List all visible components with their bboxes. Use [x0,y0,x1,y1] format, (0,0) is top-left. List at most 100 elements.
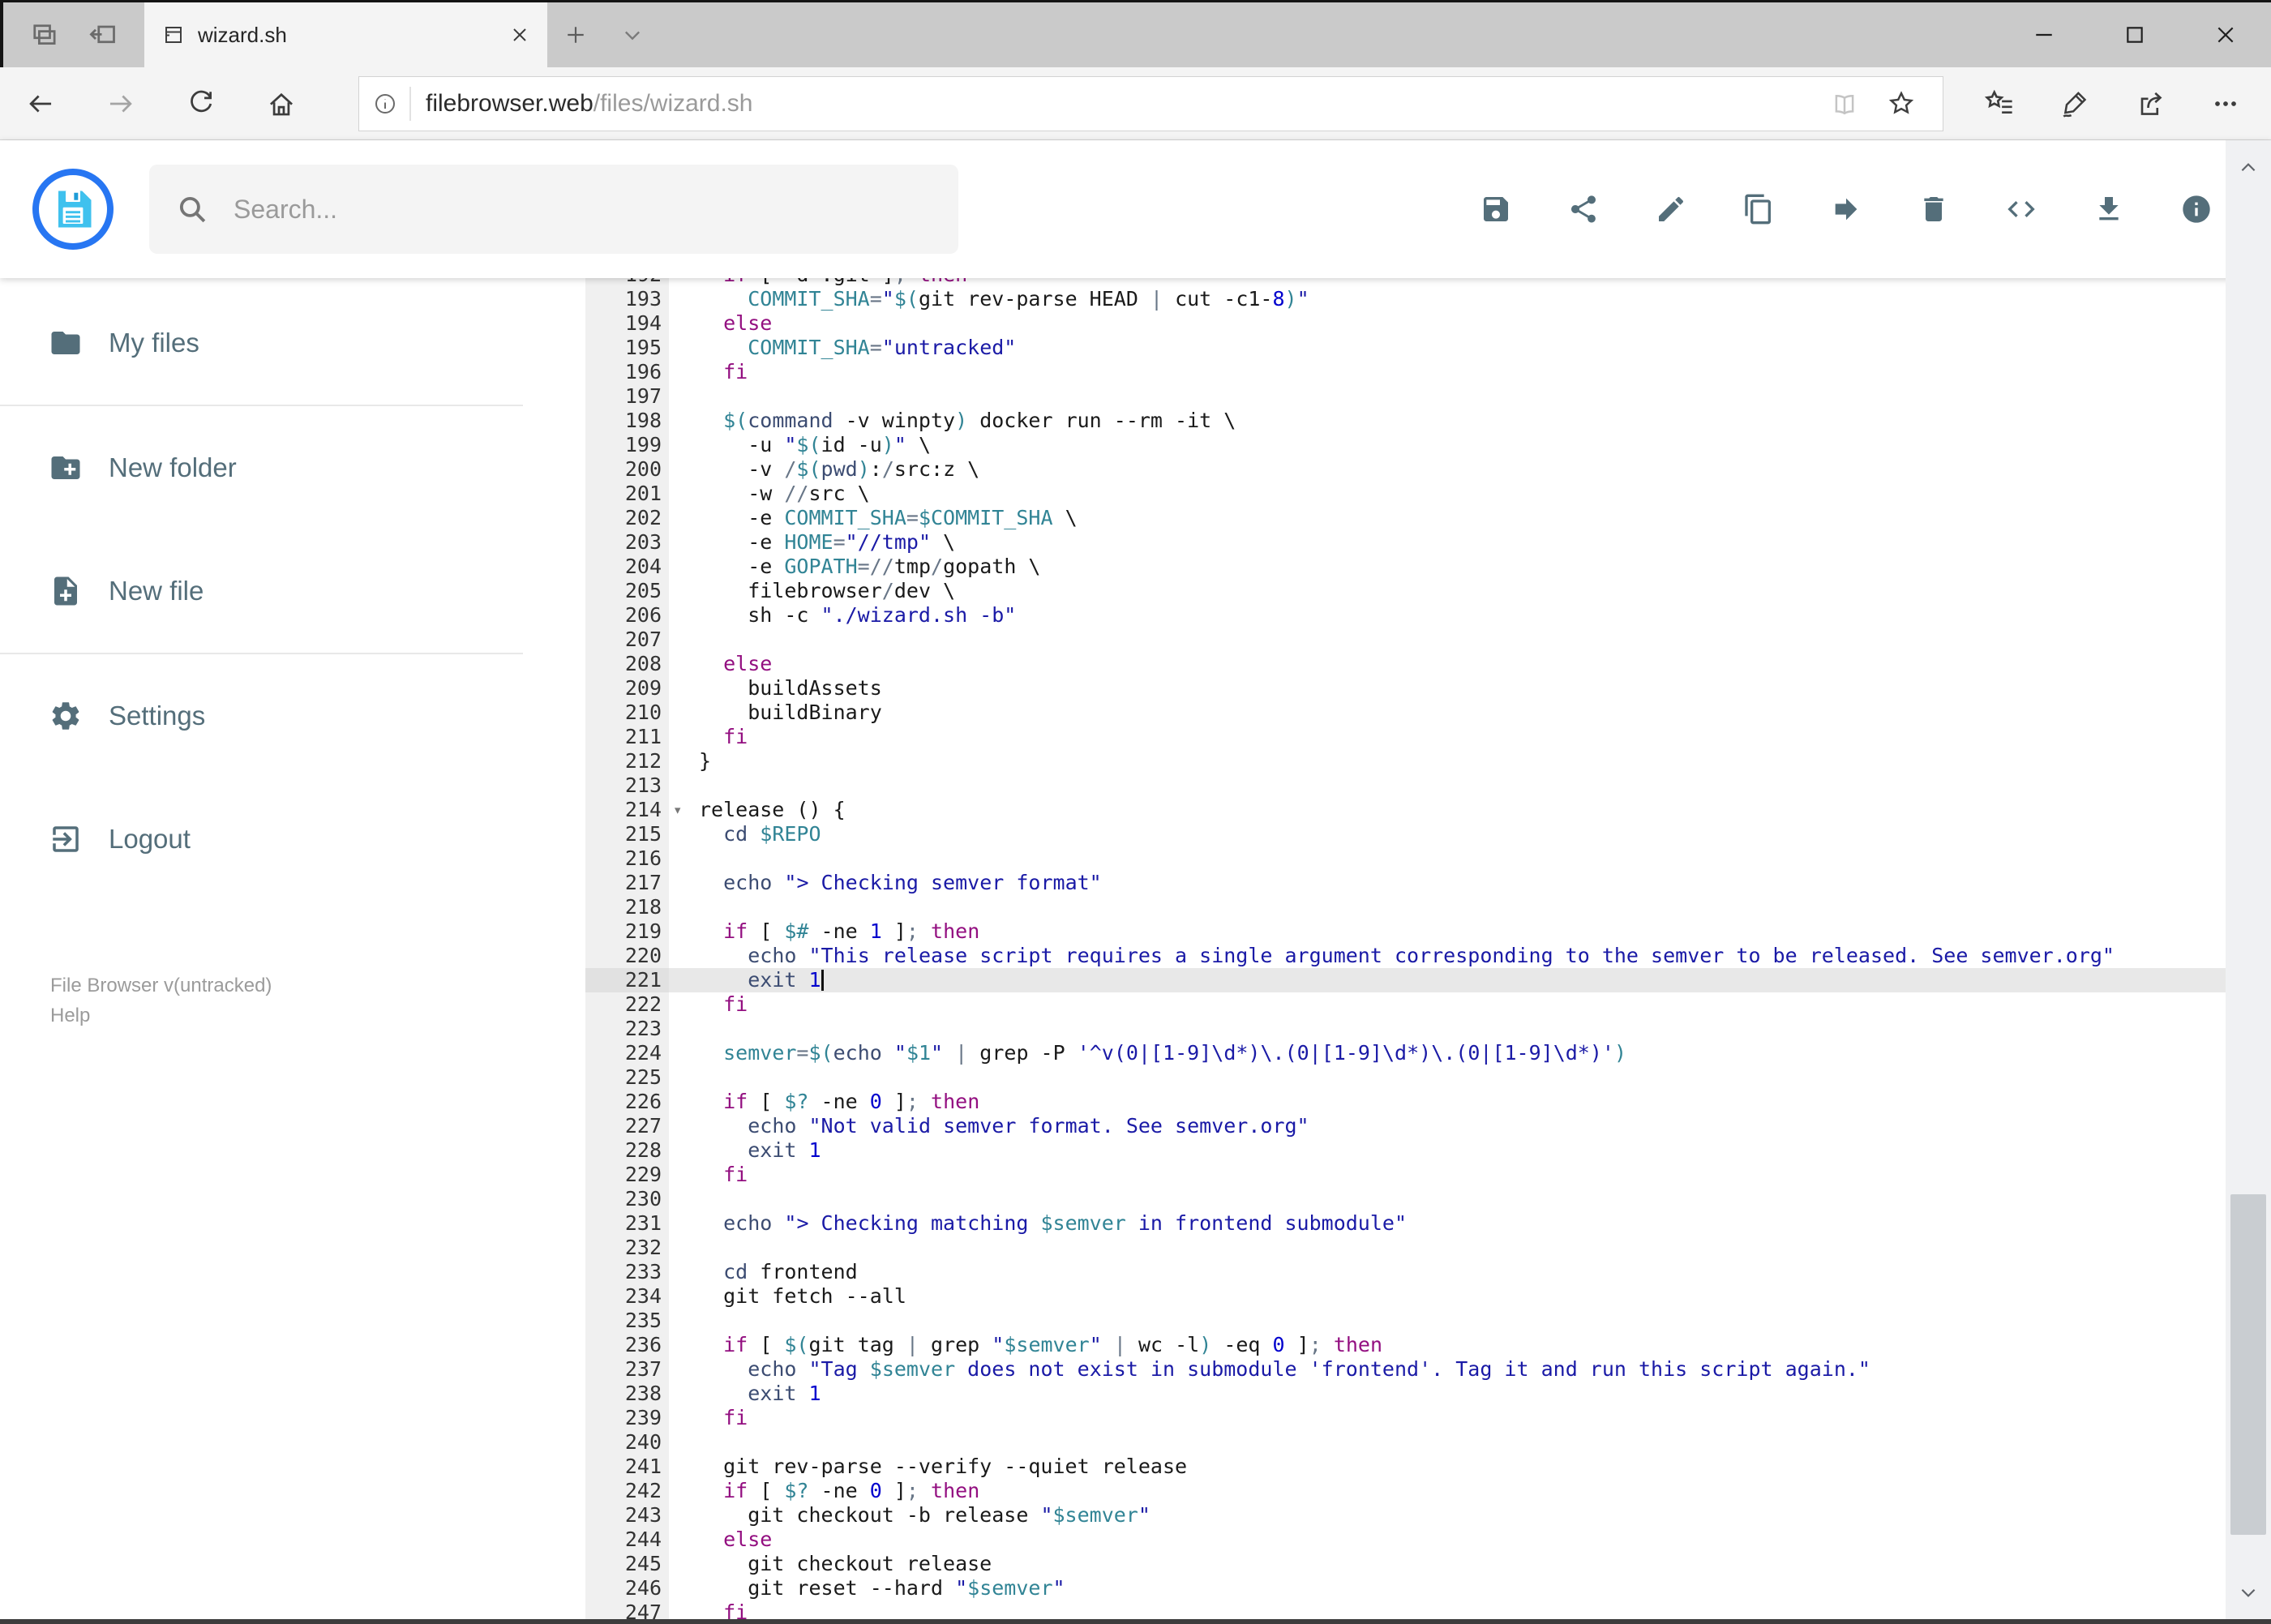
sidebar-item-new-file[interactable]: New file [0,529,523,653]
code-text: fi [723,360,748,384]
browser-navbar: filebrowser.web/files/wizard.sh [0,67,2271,140]
code-text: -e COMMIT_SHA=$COMMIT_SHA \ [699,506,1078,529]
minimize-button[interactable] [1999,2,2089,67]
line-number: 194 [585,311,669,336]
line-number: 225 [585,1065,669,1090]
code-text: -v /$(pwd):/src:z \ [699,457,980,481]
code-text: } [699,749,712,773]
delete-button[interactable] [1911,186,1956,232]
line-number: 243 [585,1503,669,1528]
move-button[interactable] [1823,186,1869,232]
line-number: 238 [585,1382,669,1406]
refresh-button[interactable] [161,67,241,140]
code-line: 192 if [ -d .git ]; then [585,278,2226,287]
url-text[interactable]: filebrowser.web/files/wizard.sh [426,90,1816,118]
back-button[interactable] [0,67,80,140]
sidebar-item-new-folder[interactable]: New folder [0,406,523,529]
code-text: exit 1 [748,1138,821,1162]
maximize-button[interactable] [2089,2,2180,67]
scroll-down-icon[interactable] [2226,1570,2271,1615]
line-number: 211 [585,725,669,749]
hub-favorites-icon[interactable] [1961,67,2037,140]
code-editor[interactable]: 192 if [ -d .git ]; then193 COMMIT_SHA="… [523,278,2226,1622]
code-text: echo "Tag $semver does not exist in subm… [748,1357,1870,1381]
line-number: 231 [585,1211,669,1236]
copy-button[interactable] [1736,186,1781,232]
new-tab-button[interactable] [547,2,604,67]
sidebar-item-my-files[interactable]: My files [0,281,523,405]
home-button[interactable] [241,67,321,140]
forward-button[interactable] [80,67,161,140]
page-scrollbar[interactable] [2226,140,2271,1622]
reading-view-icon[interactable] [1816,89,1873,118]
tab-preview-icon[interactable] [28,19,60,51]
close-button[interactable] [2180,2,2271,67]
code-line: 243 git checkout -b release "$semver" [585,1503,2226,1528]
code-text: cd frontend [723,1260,858,1283]
code-line: 232 [585,1236,2226,1260]
editor-mode-button[interactable] [1999,186,2044,232]
line-number: 240 [585,1430,669,1455]
code-line: 211 fi [585,725,2226,749]
line-number: 193 [585,287,669,311]
tab-list-chevron-icon[interactable] [604,2,661,67]
address-bar[interactable]: filebrowser.web/files/wizard.sh [358,75,1943,131]
line-number: 223 [585,1017,669,1041]
code-line: 195 COMMIT_SHA="untracked" [585,336,2226,360]
code-text: -w //src \ [699,482,870,505]
favorite-star-icon[interactable] [1873,89,1930,118]
line-number: 197 [585,384,669,409]
set-tabs-aside-icon[interactable] [88,19,120,51]
sidebar-item-settings[interactable]: Settings [0,654,523,778]
download-button[interactable] [2086,186,2132,232]
code-text: else [723,1528,773,1551]
line-number: 232 [585,1236,669,1260]
web-note-pen-icon[interactable] [2037,67,2112,140]
code-line: 223 [585,1017,2226,1041]
share-button[interactable] [1561,186,1606,232]
line-number: 195 [585,336,669,360]
fold-arrow-icon[interactable]: ▾ [673,798,682,822]
code-line: 218 [585,895,2226,919]
rename-button[interactable] [1648,186,1694,232]
code-line: 196 fi [585,360,2226,384]
code-text: git checkout release [699,1552,992,1575]
line-number: 218 [585,895,669,919]
code-line: 216 [585,846,2226,871]
line-number: 217 [585,871,669,895]
help-link[interactable]: Help [50,1001,523,1031]
line-number: 227 [585,1114,669,1138]
code-text: git reset --hard "$semver" [699,1576,1065,1600]
code-line: 198 $(command -v winpty) docker run --rm… [585,409,2226,433]
code-line: 203 -e HOME="//tmp" \ [585,530,2226,555]
code-line: 224 semver=$(echo "$1" | grep -P '^v(0|[… [585,1041,2226,1065]
line-number: 222 [585,992,669,1017]
line-number: 244 [585,1528,669,1552]
site-info-icon[interactable] [372,91,398,117]
tab-close-icon[interactable] [510,25,529,45]
more-options-icon[interactable] [2187,67,2263,140]
sidebar-item-logout[interactable]: Logout [0,778,523,901]
share-page-icon[interactable] [2112,67,2187,140]
scroll-up-icon[interactable] [2226,145,2271,191]
code-text: semver=$(echo "$1" | grep -P '^v(0|[1-9]… [723,1041,1627,1065]
line-number: 237 [585,1357,669,1382]
browser-tab[interactable]: wizard.sh [144,2,547,67]
edit-icon [1659,196,1684,221]
info-button[interactable] [2174,186,2219,232]
scrollbar-thumb[interactable] [2230,1194,2266,1535]
save-button[interactable] [1473,186,1519,232]
code-line: 212} [585,749,2226,773]
line-number: 201 [585,482,669,506]
code-text: COMMIT_SHA="untracked" [748,336,1017,359]
code-line: 208 else [585,652,2226,676]
line-number: 234 [585,1284,669,1309]
folder-icon [51,332,80,354]
search-input[interactable] [149,165,958,254]
code-text: buildAssets [699,676,882,700]
